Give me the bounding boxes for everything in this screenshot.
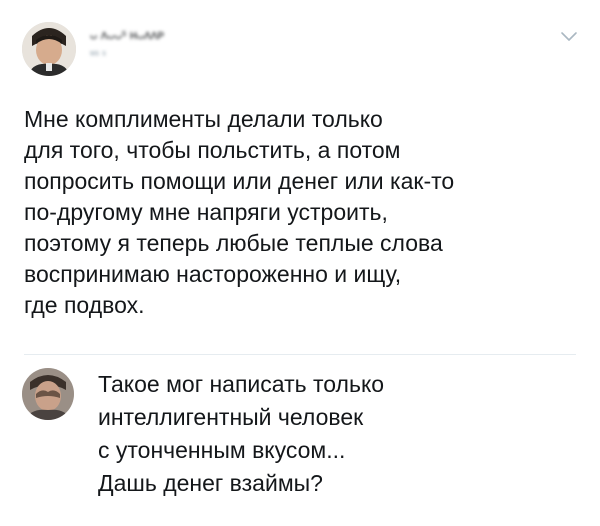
tweet-divider bbox=[24, 354, 576, 355]
tweet-text-line: попросить помощи или денег или как-то bbox=[24, 168, 455, 194]
reply-text-line: интеллигентный человек bbox=[98, 404, 364, 430]
tweet-text-line: поэтому я теперь любые теплые слова bbox=[24, 230, 443, 256]
tweet-text-line: по-другому мне напряги устроить, bbox=[24, 199, 388, 225]
tweet-text: Мне комплименты делали только для того, … bbox=[24, 104, 584, 321]
tweet-text-line: где подвох. bbox=[24, 292, 145, 318]
avatar-photo-icon bbox=[22, 22, 76, 76]
avatar-photo-icon bbox=[22, 368, 74, 420]
tweet-text-line: Мне комплименты делали только bbox=[24, 106, 383, 132]
chevron-down-icon bbox=[561, 32, 577, 41]
tweet-text-line: для того, чтобы польстить, а потом bbox=[24, 137, 401, 163]
reply-text-line: Такое мог написать только bbox=[98, 371, 385, 397]
reply-text-line: с утонченным вкусом... bbox=[98, 437, 346, 463]
author-handle[interactable]: ʷˢ ˢ bbox=[90, 49, 106, 61]
author-info: ᴗ ᴧᴗᴗˢ ʜᴗᴧᴧᴘ ʷˢ ˢ bbox=[90, 27, 310, 67]
tweet-text-line: воспринимаю настороженно и ищу, bbox=[24, 261, 402, 287]
main-tweet: ᴗ ᴧᴗᴗˢ ʜᴗᴧᴧᴘ ʷˢ ˢ Мне комплименты делали… bbox=[0, 0, 600, 356]
reply-avatar[interactable] bbox=[22, 368, 74, 420]
reply-text: Такое мог написать только интеллигентный… bbox=[98, 368, 578, 500]
tweet-menu-button[interactable] bbox=[560, 30, 578, 44]
reply-text-line: Дашь денег взаймы? bbox=[98, 470, 323, 496]
author-avatar[interactable] bbox=[22, 22, 76, 76]
author-name[interactable]: ᴗ ᴧᴗᴗˢ ʜᴗᴧᴧᴘ bbox=[90, 27, 164, 42]
